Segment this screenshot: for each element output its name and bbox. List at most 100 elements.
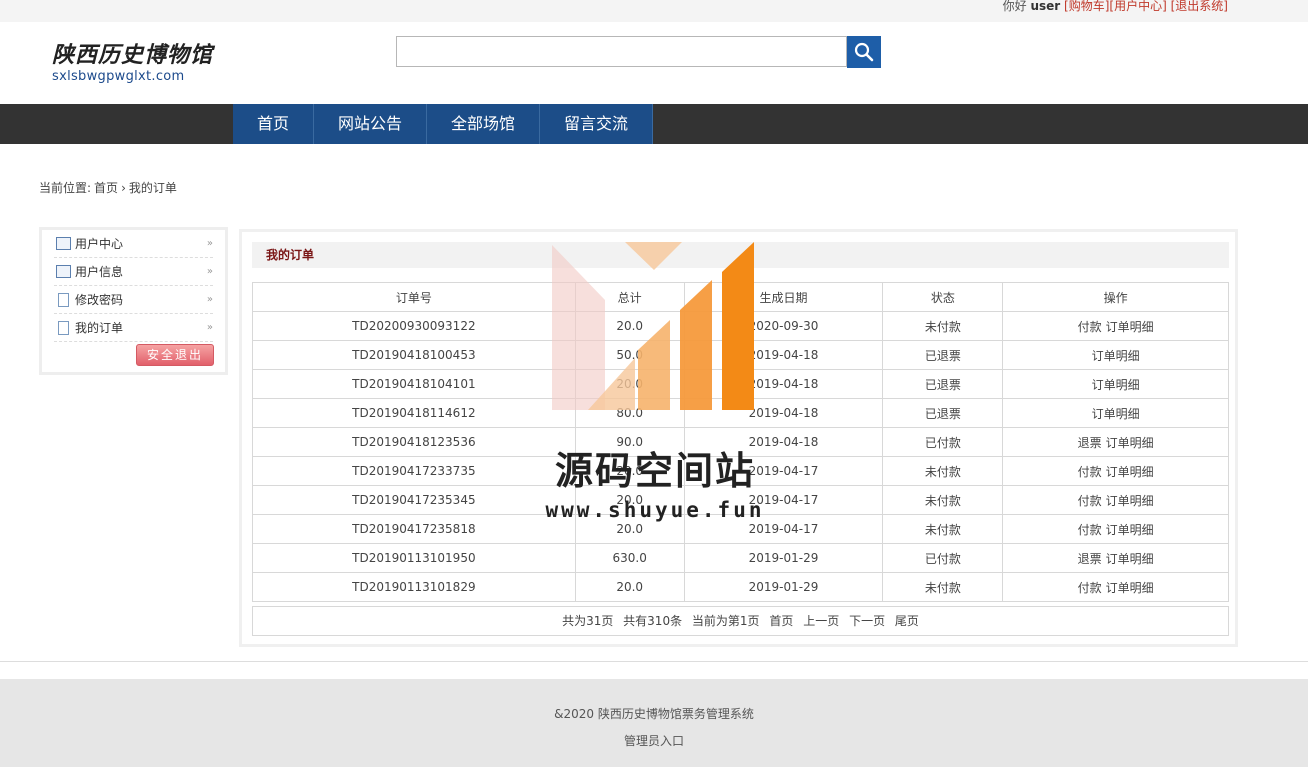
breadcrumb-home[interactable]: 首页 xyxy=(94,181,118,195)
logout-link[interactable]: [退出系统] xyxy=(1171,0,1228,13)
order-actions-cell: 订单明细 xyxy=(1002,398,1229,428)
search-bar xyxy=(396,36,881,68)
order-total-cell: 20.0 xyxy=(574,369,685,399)
top-bar: 你好 user [购物车][用户中心] [退出系统] xyxy=(0,0,1308,22)
order-action-link[interactable]: 订单明细 xyxy=(1092,378,1140,392)
order-actions-cell: 付款 订单明细 xyxy=(1002,572,1229,602)
breadcrumb-separator: › xyxy=(121,181,126,195)
order-date-cell: 2019-01-29 xyxy=(683,572,884,602)
pager-total-items: 共有310条 xyxy=(623,614,683,628)
table-row: TD20190418114612 80.0 2019-04-18 已退票 订单明细 xyxy=(252,398,1229,428)
order-date-cell: 2019-04-17 xyxy=(683,514,884,544)
order-actions-cell: 订单明细 xyxy=(1002,369,1229,399)
footer-copyright: &2020 陕西历史博物馆票务管理系统 xyxy=(554,707,754,721)
order-total-cell: 50.0 xyxy=(574,340,685,370)
nav-item-venues[interactable]: 全部场馆 xyxy=(427,104,540,144)
column-header: 生成日期 xyxy=(683,282,884,312)
order-status-cell: 未付款 xyxy=(882,456,1004,486)
table-row: TD20190113101829 20.0 2019-01-29 未付款 付款 订单明细 xyxy=(252,572,1229,602)
order-status-cell: 未付款 xyxy=(882,311,1004,341)
order-actions-cell: 退票 订单明细 xyxy=(1002,543,1229,573)
order-status-cell: 未付款 xyxy=(882,572,1004,602)
order-action-link[interactable]: 订单明细 xyxy=(1106,436,1154,450)
sidebar-item-user-info[interactable]: 用户信息 » xyxy=(54,258,213,286)
order-status-cell: 已付款 xyxy=(882,543,1004,573)
order-date-cell: 2019-04-18 xyxy=(683,340,884,370)
order-action-link[interactable]: 订单明细 xyxy=(1092,407,1140,421)
pager-first-link[interactable]: 首页 xyxy=(769,614,793,628)
pager-current: 当前为第1页 xyxy=(691,614,760,628)
chevron-right-icon: » xyxy=(206,238,213,249)
order-actions-cell: 付款 订单明细 xyxy=(1002,311,1229,341)
username: user xyxy=(1030,0,1061,13)
column-header: 操作 xyxy=(1002,282,1229,312)
order-actions-cell: 订单明细 xyxy=(1002,340,1229,370)
pagination: 共为31页 共有310条 当前为第1页 首页 上一页 下一页 尾页 xyxy=(252,606,1229,636)
column-header: 订单号 xyxy=(252,282,576,312)
order-action-link[interactable]: 订单明细 xyxy=(1106,494,1154,508)
order-status-cell: 已付款 xyxy=(882,427,1004,457)
order-action-link[interactable]: 订单明细 xyxy=(1092,349,1140,363)
order-action-link[interactable]: 付款 xyxy=(1078,465,1102,479)
table-row: TD20190418104101 20.0 2019-04-18 已退票 订单明细 xyxy=(252,369,1229,399)
orders-table: 订单号 总计 生成日期 状态 操作 TD20200930093122 20.0 20… xyxy=(252,282,1229,602)
order-id-cell: TD20190417235345 xyxy=(252,485,576,515)
order-id-cell: TD20200930093122 xyxy=(252,311,576,341)
table-row: TD20190417235345 20.0 2019-04-17 未付款 付款 订单明细 xyxy=(252,485,1229,515)
order-total-cell: 20.0 xyxy=(574,485,685,515)
order-id-cell: TD20190418100453 xyxy=(252,340,576,370)
chevron-right-icon: » xyxy=(206,294,213,305)
order-id-cell: TD20190418123536 xyxy=(252,427,576,457)
pager-prev-link[interactable]: 上一页 xyxy=(803,614,839,628)
nav-item-messages[interactable]: 留言交流 xyxy=(540,104,653,144)
order-action-link[interactable]: 退票 xyxy=(1078,436,1102,450)
table-row: TD20190418100453 50.0 2019-04-18 已退票 订单明细 xyxy=(252,340,1229,370)
order-actions-cell: 付款 订单明细 xyxy=(1002,514,1229,544)
panel-title: 我的订单 xyxy=(252,242,1229,268)
user-sidebar: 用户中心 » 用户信息 » 修改密码 » 我的订单 » 安全退出 xyxy=(39,227,228,375)
order-total-cell: 80.0 xyxy=(574,398,685,428)
order-status-cell: 未付款 xyxy=(882,485,1004,515)
footer: &2020 陕西历史博物馆票务管理系统 管理员入口 xyxy=(0,679,1308,767)
safe-logout-button[interactable]: 安全退出 xyxy=(136,344,214,366)
order-id-cell: TD20190418104101 xyxy=(252,369,576,399)
logo-cn: 陕西历史博物馆 xyxy=(52,42,214,68)
pager-last-link[interactable]: 尾页 xyxy=(895,614,919,628)
sidebar-item-user-center[interactable]: 用户中心 » xyxy=(54,230,213,258)
order-total-cell: 90.0 xyxy=(574,427,685,457)
search-button[interactable] xyxy=(847,36,881,68)
order-date-cell: 2019-04-17 xyxy=(683,456,884,486)
user-center-link[interactable]: [用户中心] xyxy=(1109,0,1166,13)
order-action-link[interactable]: 订单明细 xyxy=(1106,552,1154,566)
breadcrumb-current: 我的订单 xyxy=(128,181,177,195)
footer-divider xyxy=(0,661,1308,662)
sidebar-item-my-orders[interactable]: 我的订单 » xyxy=(54,314,213,342)
sidebar-item-change-password[interactable]: 修改密码 » xyxy=(54,286,213,314)
order-action-link[interactable]: 订单明细 xyxy=(1106,465,1154,479)
order-action-link[interactable]: 付款 xyxy=(1078,523,1102,537)
order-date-cell: 2019-01-29 xyxy=(683,543,884,573)
order-action-link[interactable]: 订单明细 xyxy=(1106,320,1154,334)
order-status-cell: 未付款 xyxy=(882,514,1004,544)
nav-item-home[interactable]: 首页 xyxy=(233,104,314,144)
order-action-link[interactable]: 付款 xyxy=(1078,581,1102,595)
admin-entry-link[interactable]: 管理员入口 xyxy=(0,732,1308,749)
cart-link[interactable]: [购物车] xyxy=(1064,0,1109,13)
order-action-link[interactable]: 退票 xyxy=(1078,552,1102,566)
order-action-link[interactable]: 订单明细 xyxy=(1106,523,1154,537)
search-input[interactable] xyxy=(396,36,847,67)
logo-en: sxlsbwgpwglxt.com xyxy=(52,69,185,84)
breadcrumb: 当前位置: 首页 › 我的订单 xyxy=(39,179,180,196)
breadcrumb-prefix: 当前位置: xyxy=(39,181,92,195)
nav-item-announcements[interactable]: 网站公告 xyxy=(314,104,427,144)
order-action-link[interactable]: 订单明细 xyxy=(1106,581,1154,595)
table-header-row: 订单号 总计 生成日期 状态 操作 xyxy=(252,282,1229,312)
order-action-link[interactable]: 付款 xyxy=(1078,494,1102,508)
table-row: TD20190417235818 20.0 2019-04-17 未付款 付款 订单明细 xyxy=(252,514,1229,544)
site-logo[interactable]: 陕西历史博物馆 sxlsbwgpwglxt.com xyxy=(52,40,222,84)
sidebar-item-label: 用户信息 xyxy=(75,265,124,279)
column-header: 状态 xyxy=(882,282,1004,312)
pager-next-link[interactable]: 下一页 xyxy=(849,614,885,628)
order-action-link[interactable]: 付款 xyxy=(1078,320,1102,334)
order-id-cell: TD20190113101950 xyxy=(252,543,576,573)
